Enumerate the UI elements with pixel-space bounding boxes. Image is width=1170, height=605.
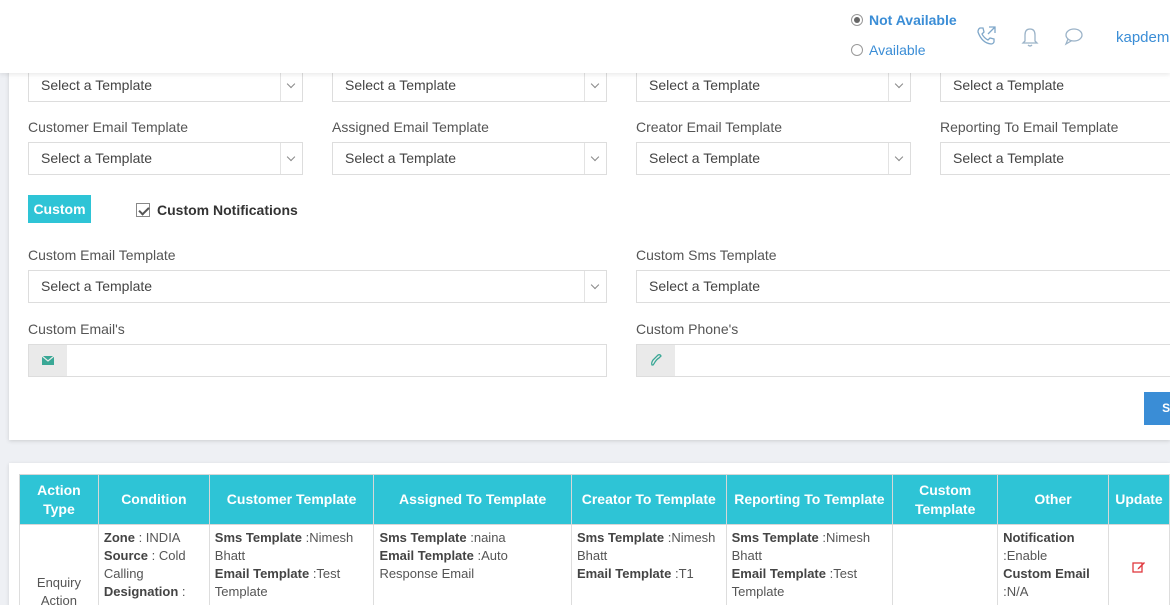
- notification-form-card: Select a Template Select a Template Sele…: [9, 60, 1170, 440]
- select-value: Select a Template: [345, 77, 457, 93]
- select-value: Select a Template: [953, 77, 1065, 93]
- chevron-down-icon: [584, 143, 606, 174]
- status-available-label: Available: [869, 42, 926, 58]
- creator-email-template-select[interactable]: Select a Template: [636, 142, 911, 175]
- cell-key: Sms Template: [576, 530, 665, 545]
- cell-key: Zone: [103, 530, 135, 545]
- table-row: Enquiry Action Zone : INDIA Source : Col…: [19, 524, 1170, 605]
- top-header: Not Available Available kapdem: [0, 0, 1170, 73]
- custom-phones-label: Custom Phone's: [636, 321, 739, 337]
- chevron-down-icon: [280, 70, 302, 101]
- cell-key: Sms Template: [379, 530, 467, 545]
- chevron-down-icon: [584, 70, 606, 101]
- phone-icon: [637, 345, 675, 376]
- table-header-row: Action Type Condition Customer Template …: [19, 474, 1170, 525]
- custom-sms-template-label: Custom Sms Template: [636, 247, 777, 263]
- select-value: Select a Template: [953, 150, 1065, 166]
- cell-key: Email Template: [731, 566, 826, 581]
- save-button[interactable]: SA: [1144, 392, 1170, 425]
- user-name-link[interactable]: kapdem: [1116, 29, 1169, 46]
- creator-email-template-label: Creator Email Template: [636, 119, 783, 135]
- rules-table-card: Action Type Condition Customer Template …: [9, 463, 1170, 605]
- template-select-4[interactable]: Select a Template: [940, 69, 1170, 102]
- custom-emails-input[interactable]: [28, 344, 607, 377]
- notification-rules-table: Action Type Condition Customer Template …: [19, 474, 1170, 605]
- customer-email-template-label: Customer Email Template: [28, 119, 189, 135]
- select-value: Select a Template: [649, 77, 761, 93]
- bell-icon[interactable]: [1018, 24, 1042, 48]
- cell-key: Sms Template: [731, 530, 819, 545]
- cell-key: Source: [103, 548, 148, 563]
- select-value: Select a Template: [345, 150, 457, 166]
- column-header[interactable]: Assigned To Template: [373, 474, 572, 525]
- chevron-down-icon: [888, 70, 910, 101]
- status-available-option[interactable]: Available: [851, 42, 926, 58]
- custom-sms-template-select[interactable]: Select a Template: [636, 270, 1170, 303]
- template-select-2[interactable]: Select a Template: [332, 69, 607, 102]
- custom-notifications-checkbox[interactable]: [136, 203, 150, 217]
- chevron-down-icon: [888, 143, 910, 174]
- other-cell: Notification :Enable Custom Email :N/A: [997, 524, 1109, 605]
- status-not-available-label: Not Available: [869, 12, 957, 28]
- custom-phones-input[interactable]: [636, 344, 1170, 377]
- template-select-1[interactable]: Select a Template: [28, 69, 303, 102]
- update-cell: [1107, 524, 1170, 605]
- cell-key: Custom Email: [1003, 566, 1090, 581]
- customer-template-cell: Sms Template :Nimesh Bhatt Email Templat…: [208, 524, 375, 605]
- custom-notifications-label[interactable]: Custom Notifications: [157, 202, 298, 218]
- custom-email-template-label: Custom Email Template: [28, 247, 176, 263]
- reporting-email-template-label: Reporting To Email Template: [940, 119, 1119, 135]
- select-value: Select a Template: [41, 77, 153, 93]
- custom-badge: Custom: [28, 195, 91, 223]
- creator-template-cell: Sms Template :Nimesh Bhatt Email Templat…: [570, 524, 727, 605]
- cell-key: Sms Template: [214, 530, 302, 545]
- column-header[interactable]: Action Type: [19, 474, 99, 525]
- template-select-3[interactable]: Select a Template: [636, 69, 911, 102]
- cell-value: :T1: [671, 566, 694, 581]
- select-value: Select a Template: [649, 150, 761, 166]
- cell-key: Notification: [1003, 530, 1075, 545]
- column-header[interactable]: Customer Template: [208, 474, 375, 525]
- envelope-icon: [29, 345, 67, 376]
- chevron-down-icon: [584, 271, 606, 302]
- column-header[interactable]: Condition: [97, 474, 210, 525]
- cell-value: :naina: [466, 530, 506, 545]
- edit-icon[interactable]: [1132, 560, 1146, 574]
- custom-email-template-select[interactable]: Select a Template: [28, 270, 607, 303]
- column-header[interactable]: Reporting To Template: [725, 474, 894, 525]
- custom-template-cell: [892, 524, 999, 605]
- assigned-email-template-label: Assigned Email Template: [332, 119, 489, 135]
- customer-email-template-select[interactable]: Select a Template: [28, 142, 303, 175]
- cell-key: Designation: [103, 584, 179, 599]
- select-value: Select a Template: [41, 278, 153, 294]
- custom-emails-label: Custom Email's: [28, 321, 125, 337]
- select-value: Select a Template: [41, 150, 153, 166]
- column-header[interactable]: Creator To Template: [570, 474, 727, 525]
- chat-icon[interactable]: [1062, 24, 1086, 48]
- cell-key: Email Template: [214, 566, 310, 581]
- condition-cell: Zone : INDIA Source : Cold Calling Desig…: [97, 524, 210, 605]
- assigned-template-cell: Sms Template :naina Email Template :Auto…: [373, 524, 572, 605]
- radio-selected-icon[interactable]: [851, 14, 863, 26]
- reporting-email-template-select[interactable]: Select a Template: [940, 142, 1170, 175]
- cell-key: Email Template: [576, 566, 672, 581]
- status-not-available-option[interactable]: Not Available: [851, 12, 957, 28]
- column-header[interactable]: Other: [997, 474, 1109, 525]
- cell-key: Email Template: [379, 548, 474, 563]
- assigned-email-template-select[interactable]: Select a Template: [332, 142, 607, 175]
- cell-value: :Enable: [1003, 548, 1048, 563]
- cell-value: :: [178, 584, 186, 599]
- radio-unselected-icon[interactable]: [851, 44, 863, 56]
- phone-icon[interactable]: [974, 24, 998, 48]
- cell-value: : INDIA: [134, 530, 181, 545]
- column-header[interactable]: Update: [1107, 474, 1170, 525]
- chevron-down-icon: [280, 143, 302, 174]
- column-header[interactable]: Custom Template: [892, 474, 999, 525]
- action-type-cell: Enquiry Action: [19, 524, 99, 605]
- cell-value: :N/A: [1003, 584, 1029, 599]
- reporting-template-cell: Sms Template :Nimesh Bhatt Email Templat…: [725, 524, 894, 605]
- select-value: Select a Template: [649, 278, 761, 294]
